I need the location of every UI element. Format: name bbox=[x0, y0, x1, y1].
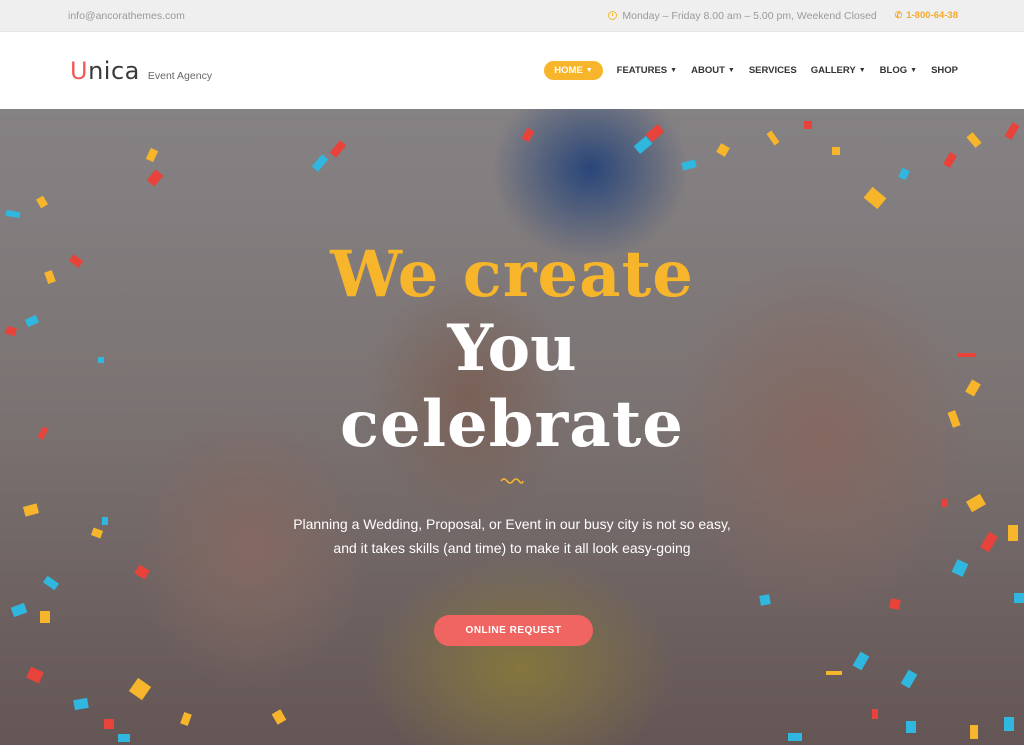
nav-item-label: FEATURES bbox=[616, 65, 668, 76]
business-hours-text: Monday – Friday 8.00 am – 5.00 pm, Weeke… bbox=[622, 9, 877, 22]
nav-item-label: SHOP bbox=[931, 65, 958, 76]
nav-item-home[interactable]: HOME ▼ bbox=[544, 61, 603, 80]
chevron-down-icon: ▼ bbox=[670, 67, 678, 74]
clock-icon bbox=[608, 11, 618, 20]
logo[interactable]: Unica Event Agency bbox=[70, 57, 212, 85]
business-hours: Monday – Friday 8.00 am – 5.00 pm, Weeke… bbox=[608, 9, 877, 22]
chevron-down-icon: ▼ bbox=[858, 67, 866, 74]
nav-item-services[interactable]: SERVICES bbox=[749, 65, 797, 76]
phone-icon: ✆ bbox=[894, 10, 903, 20]
hero-title-line2: You bbox=[447, 311, 577, 386]
squiggle-divider-icon bbox=[500, 478, 524, 484]
nav-item-features[interactable]: FEATURES ▼ bbox=[617, 65, 677, 76]
chevron-down-icon: ▼ bbox=[585, 67, 593, 74]
hero-description-line1: Planning a Wedding, Proposal, or Event i… bbox=[293, 516, 731, 532]
nav-item-gallery[interactable]: GALLERY ▼ bbox=[811, 65, 866, 76]
nav-item-blog[interactable]: BLOG ▼ bbox=[880, 65, 917, 76]
phone-number[interactable]: ✆ 1-800-64-38 bbox=[895, 10, 958, 21]
hero-description-line2: and it takes skills (and time) to make i… bbox=[333, 540, 691, 556]
main-nav: HOME ▼ FEATURES ▼ ABOUT ▼ SERVICES GALLERY ▼… bbox=[544, 61, 958, 80]
hero-description: Planning a Wedding, Proposal, or Event i… bbox=[0, 512, 1024, 560]
logo-tagline: Event Agency bbox=[147, 69, 213, 82]
nav-item-about[interactable]: ABOUT ▼ bbox=[691, 65, 735, 76]
top-bar: info@ancorathemes.com Monday – Friday 8.… bbox=[0, 0, 1024, 32]
nav-item-label: HOME bbox=[554, 65, 583, 76]
hero-content: We create You celebrate Planning a Weddi… bbox=[0, 109, 1024, 745]
hero-title-line1: We create bbox=[330, 237, 694, 312]
nav-item-label: SERVICES bbox=[748, 65, 797, 76]
online-request-button[interactable]: ONLINE REQUEST bbox=[434, 615, 593, 646]
nav-item-label: BLOG bbox=[879, 65, 908, 76]
logo-mark[interactable]: Unica bbox=[70, 57, 140, 85]
hero-title-line3: celebrate bbox=[340, 387, 684, 462]
site-header: Unica Event Agency HOME ▼ FEATURES ▼ ABOUT… bbox=[0, 32, 1024, 109]
hero-section: We create You celebrate Planning a Weddi… bbox=[0, 109, 1024, 745]
logo-text: nica bbox=[88, 56, 140, 85]
nav-item-label: ABOUT bbox=[691, 65, 725, 76]
phone-text[interactable]: 1-800-64-38 bbox=[906, 10, 958, 21]
top-bar-right: Monday – Friday 8.00 am – 5.00 pm, Weeke… bbox=[608, 10, 958, 22]
nav-item-label: GALLERY bbox=[810, 65, 856, 76]
chevron-down-icon: ▼ bbox=[910, 67, 918, 74]
logo-letter: U bbox=[70, 56, 89, 85]
contact-email[interactable]: info@ancorathemes.com bbox=[68, 10, 185, 22]
nav-item-shop[interactable]: SHOP bbox=[931, 65, 958, 76]
chevron-down-icon: ▼ bbox=[727, 67, 735, 74]
